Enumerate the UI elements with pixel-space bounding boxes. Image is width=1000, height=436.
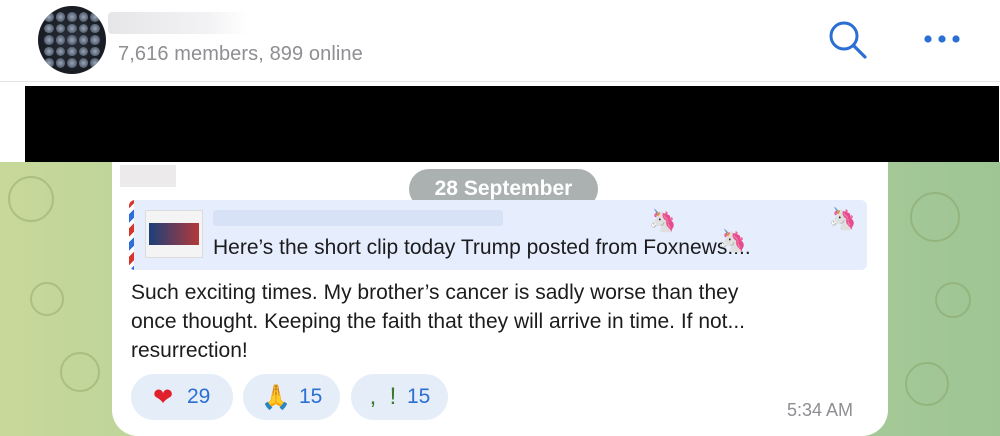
reaction-count: 15 xyxy=(407,385,431,408)
unicorn-pattern-icon: 🦄 xyxy=(829,206,857,231)
quote-accent-stripe xyxy=(129,200,134,270)
reaction-heart[interactable]: ❤ 29 xyxy=(131,374,233,420)
reaction-unknown[interactable]: , ! 15 xyxy=(351,374,448,420)
reaction-count: 29 xyxy=(187,385,211,408)
message-line: Such exciting times. My brother’s cancer… xyxy=(131,281,739,304)
unicorn-pattern-icon: 🦄 xyxy=(649,208,677,233)
thumbnail-video-frame xyxy=(149,223,199,245)
quote-thumbnail[interactable] xyxy=(145,210,203,258)
praying-hands-icon: 🙏 xyxy=(261,383,291,411)
quote-author-redacted xyxy=(213,210,503,226)
chat-header: 7,616 members, 899 online xyxy=(0,0,1000,82)
reaction-praying-hands[interactable]: 🙏 15 xyxy=(243,374,340,420)
search-button[interactable] xyxy=(826,18,870,62)
pinned-message-redacted[interactable] xyxy=(25,86,999,162)
unknown-reaction-icon: , ! xyxy=(369,383,397,410)
more-button[interactable] xyxy=(918,22,966,56)
message-line: once thought. Keeping the faith that the… xyxy=(131,310,746,333)
group-title-redacted[interactable] xyxy=(108,12,248,34)
member-count: 7,616 members, 899 online xyxy=(118,43,363,65)
search-icon xyxy=(829,21,867,59)
reaction-count: 15 xyxy=(299,385,323,408)
unicorn-pattern-icon: 🦄 xyxy=(719,228,747,253)
message-line: resurrection! xyxy=(131,339,248,362)
heart-icon: ❤ xyxy=(152,383,174,411)
quote-text: Here’s the short clip today Trump posted… xyxy=(213,236,751,259)
group-avatar[interactable] xyxy=(38,6,106,74)
avatar-pattern xyxy=(44,12,100,68)
more-icon xyxy=(924,35,960,43)
forwarded-quote[interactable]: Here’s the short clip today Trump posted… xyxy=(129,200,867,270)
message-timestamp: 5:34 AM xyxy=(787,400,854,420)
message-text: Such exciting times. My brother’s cancer… xyxy=(131,278,871,365)
sender-name-redacted xyxy=(120,165,176,187)
